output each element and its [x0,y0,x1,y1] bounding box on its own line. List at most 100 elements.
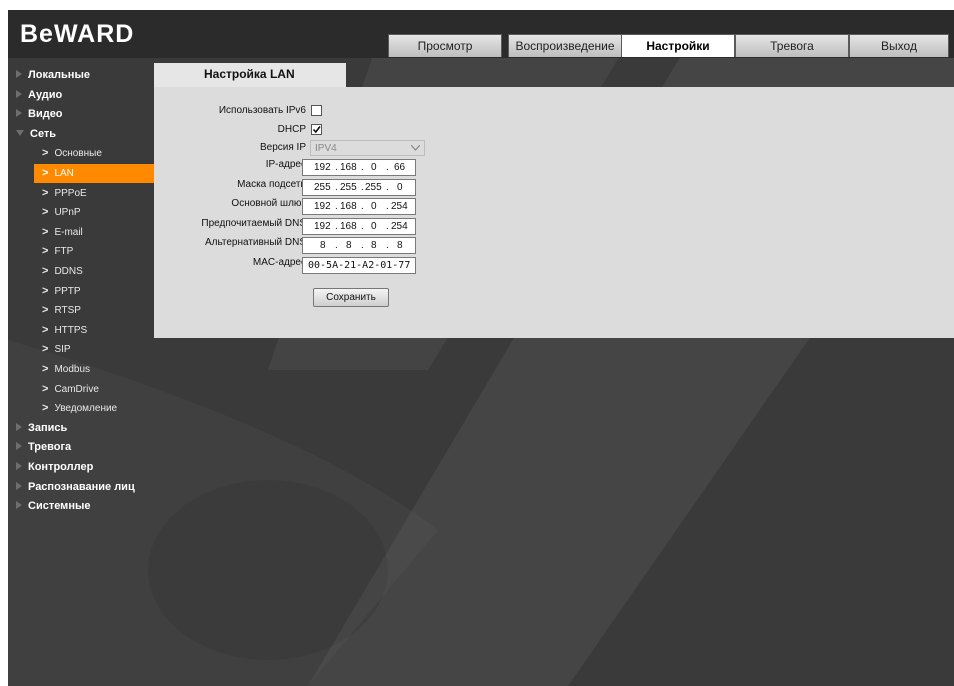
sidebar-item-https[interactable]: > HTTPS [42,321,162,340]
chevron-right-icon: > [42,343,49,356]
mac-address-field: 00-5A-21-A2-01-77 [302,257,416,274]
chevron-down-icon [411,145,420,151]
sidebar-item-label: CamDrive [54,383,99,395]
triangle-down-icon [16,129,24,136]
sidebar-category[interactable]: Сеть [16,124,56,144]
sidebar-category[interactable]: Тревога [16,437,71,457]
ip-separator: . [335,240,338,251]
sidebar-item-уведомление[interactable]: > Уведомление [42,399,162,418]
ip-octet: 255 [340,182,357,193]
ip-octet: 192 [314,201,331,212]
sidebar-item-label: FTP [54,246,74,258]
chevron-right-icon: > [42,304,49,317]
sidebar-item-ddns[interactable]: > DDNS [42,262,162,281]
sidebar-category[interactable]: Распознавание лиц [16,477,135,497]
sidebar-item-label: SIP [54,344,71,356]
sidebar-category-label: Сеть [30,127,57,140]
chevron-right-icon: > [42,402,49,415]
triangle-right-icon [16,70,22,79]
ip-version-value: IPV4 [315,143,337,154]
sidebar-category-label: Распознавание лиц [28,480,135,493]
ip-octet: 192 [314,221,331,232]
sidebar-category-label: Запись [28,421,68,434]
ip-octet: 8 [397,240,403,251]
chevron-right-icon: > [42,323,49,336]
ip-separator: . [335,182,338,193]
ip-version-label: Версия IP [259,142,306,153]
sidebar-category[interactable]: Системные [16,496,90,516]
dns1-label: Предпочитаемый DNS [201,218,306,229]
triangle-right-icon [16,442,22,451]
sidebar-item-ftp[interactable]: > FTP [42,242,162,261]
sidebar-item-e-mail[interactable]: > E-mail [42,223,162,242]
tab-3[interactable]: Настройки [621,34,735,57]
ip-octet: 168 [340,162,357,173]
triangle-right-icon [16,501,22,510]
ip-separator: . [335,221,338,232]
sidebar-category-label: Видео [28,108,63,121]
tab-1[interactable]: Просмотр [388,34,502,57]
chevron-right-icon: > [42,265,49,277]
sidebar-category[interactable]: Запись [16,418,67,438]
subnet-mask-field[interactable]: 255. 255. 255. 0 [302,179,416,196]
sidebar-item-camdrive[interactable]: > CamDrive [42,380,162,399]
sidebar-item-modbus[interactable]: > Modbus [42,360,162,379]
chevron-right-icon: > [42,284,49,297]
tab-4[interactable]: Тревога [735,34,849,57]
ip-octet: 8 [320,240,326,251]
mac-label: MAC-адрес [252,257,306,268]
ip-separator: . [386,162,389,173]
sidebar-category[interactable]: Контроллер [16,457,93,477]
gateway-field[interactable]: 192. 168. 0. 254 [302,198,416,215]
ip-version-select[interactable]: IPV4 [310,140,425,156]
sidebar-item-label: Уведомление [54,403,118,415]
ip-separator: . [386,221,389,232]
sidebar-item-label: LAN [54,168,74,179]
tab-5[interactable]: Выход [849,34,949,57]
ip-octet: 8 [371,240,377,251]
sidebar-category[interactable]: Локальные [16,65,90,85]
save-button[interactable]: Сохранить [313,288,389,307]
sidebar-item-основные[interactable]: > Основные [42,144,162,163]
triangle-right-icon [16,422,22,431]
sidebar-item-pppoe[interactable]: > PPPoE [42,184,162,203]
sidebar-item-lan[interactable]: > LAN [34,164,154,183]
ip-separator: . [361,162,364,173]
ip-octet: 254 [391,201,408,212]
sidebar-category-label: Локальные [28,69,90,81]
ip-octet: 0 [371,221,377,232]
tab-2[interactable]: Воспроизведение [508,34,622,57]
sidebar-item-label: Основные [54,148,102,160]
sidebar-item-rtsp[interactable]: > RTSP [42,301,162,320]
chevron-right-icon: > [42,186,49,199]
checkmark-icon [312,126,321,134]
sidebar-item-upnp[interactable]: > UPnP [42,203,162,222]
chevron-right-icon: > [42,225,49,238]
sidebar-item-sip[interactable]: > SIP [42,340,162,359]
sidebar-item-pptp[interactable]: > PPTP [42,282,162,301]
alternate-dns-field[interactable]: 8. 8. 8. 8 [302,237,416,254]
ip-octet: 168 [340,201,357,212]
ip-label: IP-адрес [265,159,306,170]
ip-address-field[interactable]: 192. 168. 0. 66 [302,159,416,176]
page-title: Настройка LAN [154,63,346,87]
sidebar-category[interactable]: Аудио [16,85,62,105]
dhcp-checkbox[interactable] [311,124,322,135]
chevron-right-icon: > [42,363,49,375]
ip-separator: . [361,201,364,212]
chevron-right-icon: > [42,147,49,160]
sidebar-category[interactable]: Видео [16,104,63,124]
triangle-right-icon [16,462,22,471]
chevron-right-icon: > [42,245,49,258]
ip-separator: . [335,201,338,212]
ip-octet: 255 [365,182,382,193]
preferred-dns-field[interactable]: 192. 168. 0. 254 [302,218,416,235]
chevron-right-icon: > [42,206,49,219]
dhcp-label: DHCP [277,124,306,135]
ip-octet: 8 [346,240,352,251]
ip-separator: . [386,201,389,212]
mask-label: Маска подсети [237,179,306,190]
ipv6-checkbox[interactable] [311,105,322,116]
triangle-right-icon [16,109,22,118]
sidebar-item-label: RTSP [54,305,81,317]
